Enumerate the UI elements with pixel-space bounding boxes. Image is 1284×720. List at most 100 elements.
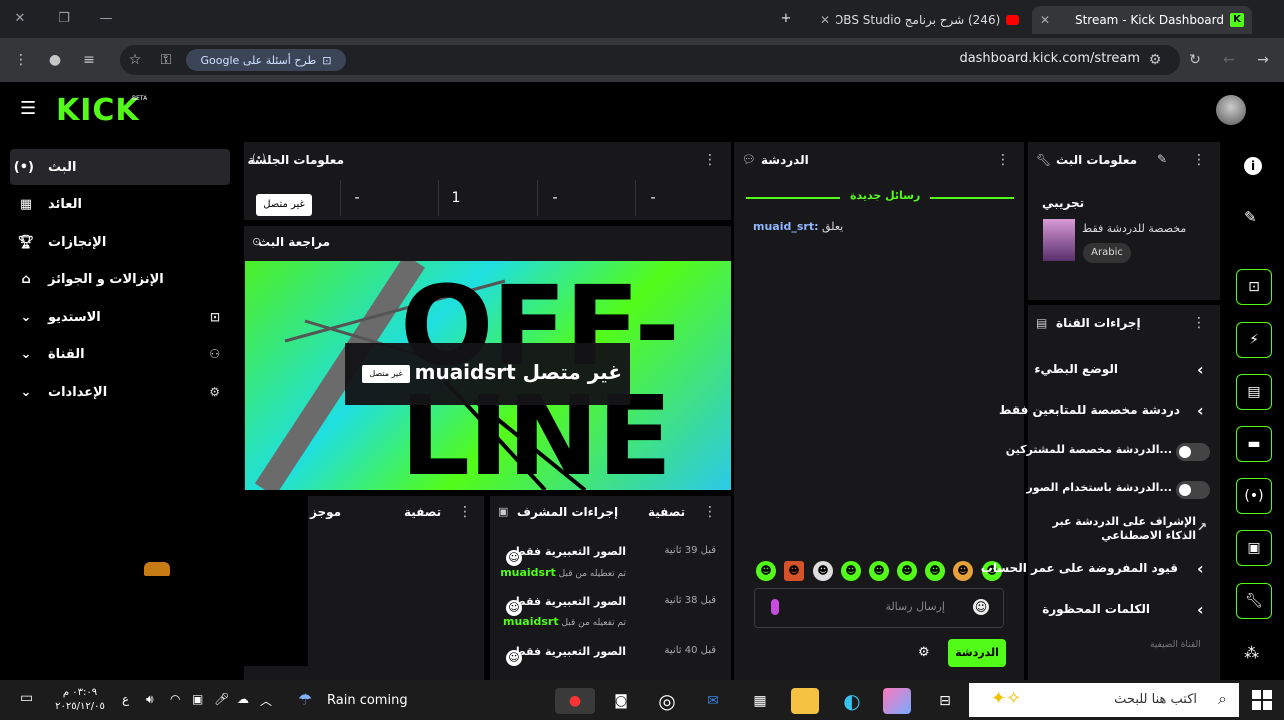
more-widgets-icon[interactable]: ⁂ (1244, 644, 1259, 662)
panel-menu-icon[interactable]: ⋮ (1192, 315, 1206, 331)
sidebar-item-settings[interactable]: ⌄ الإعدادات ⚙ (10, 374, 230, 410)
weather-text[interactable]: Rain coming (327, 693, 408, 708)
tab-kick-dashboard[interactable]: K Stream - Kick Dashboard ✕ (1032, 6, 1252, 34)
clock-time: ٠٣:٠٩ م (62, 687, 98, 698)
menu-dots-icon[interactable]: ⋮ (10, 49, 32, 71)
rail-stream-info-button[interactable]: 🔧︎ (1236, 583, 1272, 619)
emote-icon[interactable]: ☻ (784, 561, 804, 581)
emote-icon[interactable]: ☻ (756, 561, 776, 581)
reload-icon[interactable]: ↻ (1184, 49, 1206, 71)
action-label: الوضع البطيء (1034, 362, 1118, 376)
language-tag[interactable]: Arabic (1083, 243, 1131, 263)
chrome-icon[interactable]: ◎ (653, 688, 681, 714)
wifi-icon[interactable]: ◠ (170, 692, 180, 706)
back-icon[interactable]: → (1252, 49, 1274, 71)
emote-icon[interactable]: ☻ (869, 561, 889, 581)
forward-icon[interactable]: ← (1218, 49, 1240, 71)
stream-subtitle: مخصصة للدردشة فقط (1082, 222, 1187, 235)
panel-menu-icon[interactable]: ⋮ (1192, 152, 1206, 168)
emote-icon[interactable]: ☻ (897, 561, 917, 581)
bookmark-star-icon[interactable]: ☆ (124, 49, 146, 71)
profile-icon[interactable]: ● (44, 49, 66, 71)
subscribers-only-toggle[interactable] (1176, 443, 1210, 461)
password-key-icon[interactable]: ⚿ (155, 49, 177, 71)
channel-actions-icon: ▤ (1036, 316, 1048, 330)
cloud-icon[interactable]: ☁ (237, 692, 249, 706)
file-explorer-icon[interactable] (791, 688, 819, 714)
notifications-icon[interactable]: ▭ (20, 690, 33, 706)
tab-close-icon[interactable]: ✕ (1040, 13, 1050, 27)
chat-input[interactable]: إرسال رسالة ☺ (754, 588, 1004, 628)
rail-chat-button[interactable]: ▬ (1236, 426, 1272, 462)
panel-menu-icon[interactable]: ⋮ (458, 504, 472, 520)
info-icon[interactable]: i (1244, 157, 1262, 175)
restore-window-icon[interactable]: ❐ (52, 8, 76, 30)
sidebar-item-drops[interactable]: ⌂ الإنزالات و الجوائز (10, 261, 230, 297)
rail-notes-button[interactable]: ▤ (1236, 374, 1272, 410)
panel-menu-icon[interactable]: ⋮ (703, 152, 717, 168)
chat-message: muaid_srt: يعلق (753, 220, 843, 233)
tab-youtube[interactable]: (246) شرح برنامج OBS Studio الأ ✕ (812, 6, 1027, 34)
emote-icon[interactable]: ☻ (953, 561, 973, 581)
feed-filter-button[interactable]: تصفية (404, 505, 441, 519)
media-control-icon[interactable]: ≡ (78, 49, 100, 71)
url-text[interactable]: dashboard.kick.com/stream (930, 51, 1140, 66)
taskbar-search[interactable]: اكتب هنا للبحث ⌕ ✦✧ (969, 683, 1239, 717)
chat-send-button[interactable]: الدردشة (948, 639, 1006, 667)
channel-action-ai-moderation[interactable]: الإشراف على الدردشة عبر الذكاء الاصطناعي… (1032, 510, 1212, 546)
tray-chevron-icon[interactable]: ︿ (260, 692, 272, 709)
emote-icon[interactable]: ☻ (813, 561, 833, 581)
panel-menu-icon[interactable]: ⋮ (996, 152, 1010, 168)
edit-icon[interactable]: ✎ (1244, 208, 1257, 226)
task-view-icon[interactable]: ⊟ (931, 688, 959, 714)
microphone-tray-icon[interactable]: 🎤︎ (214, 692, 229, 706)
emote-only-toggle[interactable] (1176, 481, 1210, 499)
edge-icon[interactable]: ◐ (838, 688, 866, 714)
sidebar-item-stream[interactable]: (•) البث (10, 149, 230, 185)
store-icon[interactable]: ▦ (746, 688, 774, 714)
rail-preview-button[interactable]: ⊡ (1236, 269, 1272, 305)
emote-icon[interactable]: ☻ (925, 561, 945, 581)
language-indicator[interactable]: ع (122, 692, 129, 706)
user-avatar[interactable] (1216, 95, 1246, 125)
rail-quick-actions-button[interactable]: ⚡︎ (1236, 322, 1272, 358)
channel-action-followers-only[interactable]: دردشة مخصصة للمتابعين فقط › (999, 393, 1212, 429)
kick-logo[interactable]: KICK (56, 93, 140, 128)
app-icon[interactable]: ◙ (607, 688, 635, 714)
rail-channel-actions-button[interactable]: ▣ (1236, 530, 1272, 566)
display-icon[interactable]: ▣ (192, 692, 203, 706)
channel-action-banned-words[interactable]: الكلمات المحظورة › (1032, 592, 1212, 628)
clock[interactable]: ٠٣:٠٩ م ٢٠٢٥/١٢/٠٥ (54, 686, 106, 714)
sidebar-item-revenue[interactable]: ▦ العائد (10, 186, 230, 222)
edit-pencil-icon[interactable]: ✎ (1157, 152, 1167, 166)
volume-icon[interactable]: 🔊︎ (146, 692, 154, 707)
sidebar-item-studio[interactable]: ⌄ الاستديو ⊡ (10, 299, 230, 335)
google-lens-pill[interactable]: ⊡ طرح أسئلة على Google (186, 49, 346, 71)
new-tab-icon[interactable]: + (774, 8, 798, 30)
emoji-picker-icon[interactable]: ☺ (973, 599, 989, 615)
copilot-icon[interactable] (883, 688, 911, 714)
channel-action-slow-mode[interactable]: الوضع البطيء › (1032, 352, 1212, 388)
outlook-icon[interactable]: ✉ (699, 688, 727, 714)
new-messages-label: رسائل جديدة (840, 189, 931, 202)
mod-filter-button[interactable]: تصفية (648, 505, 685, 519)
action-label: قيود المفروضة على عمر الحساب (980, 561, 1178, 575)
close-window-icon[interactable]: ✕ (8, 8, 32, 30)
obs-icon[interactable]: ● (555, 688, 595, 714)
mod-action-label: الصور التعبيرية فقط (514, 595, 626, 608)
chat-username[interactable]: muaid_srt: (753, 220, 819, 233)
panel-menu-icon[interactable]: ⋮ (703, 504, 717, 520)
tab-close-icon[interactable]: ✕ (820, 13, 830, 27)
emote-icon[interactable]: ☻ (841, 561, 861, 581)
sidebar-item-achievements[interactable]: 🏆︎ الإنجازات (10, 224, 230, 260)
minimize-window-icon[interactable]: — (94, 8, 118, 30)
channel-action-account-age[interactable]: قيود المفروضة على عمر الحساب › (981, 551, 1212, 587)
hamburger-menu-icon[interactable]: ☰ (20, 100, 38, 118)
sidebar-item-channel[interactable]: ⌄ القناة ⚇ (10, 336, 230, 372)
microphone-icon[interactable] (771, 599, 779, 615)
chat-settings-icon[interactable]: ⚙ (918, 645, 930, 660)
site-settings-icon[interactable]: ⚙ (1144, 49, 1166, 71)
rail-session-button[interactable]: (•) (1236, 478, 1272, 514)
windows-start-icon[interactable] (1252, 690, 1272, 710)
sidebar-item-label: الإنجازات (48, 234, 107, 250)
